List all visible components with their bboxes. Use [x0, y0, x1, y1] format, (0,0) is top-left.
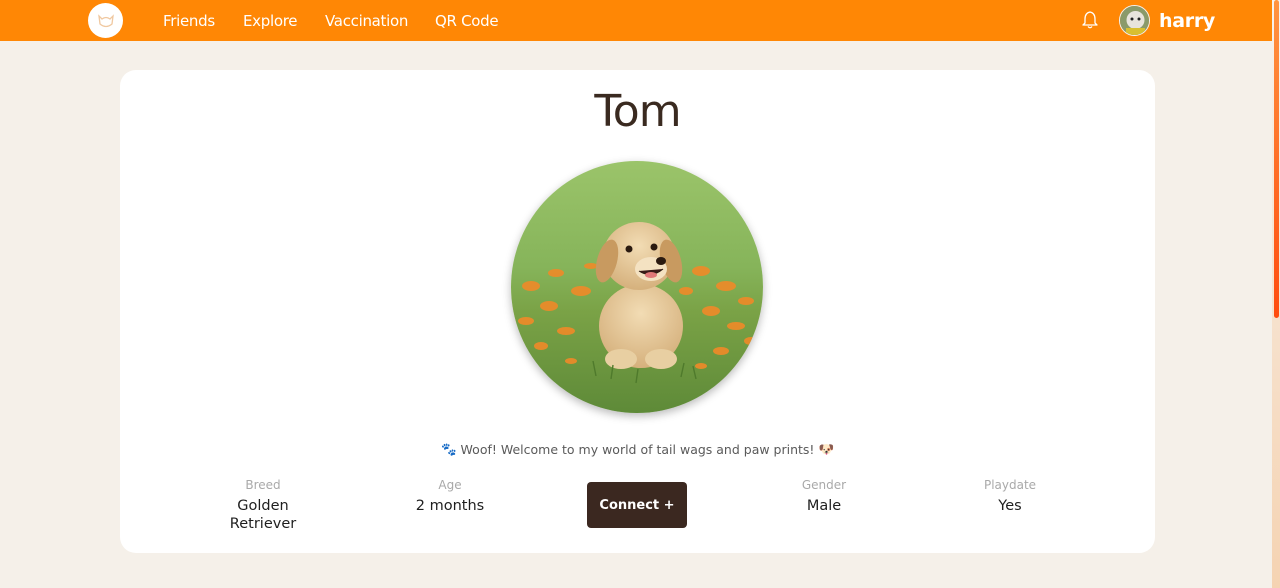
user-avatar[interactable] — [1119, 5, 1150, 36]
dog-face-icon[interactable] — [88, 3, 123, 38]
stat-label: Gender — [801, 478, 847, 492]
dog-face-emoji-icon: 🐶 — [818, 441, 835, 457]
paw-prints-icon: 🐾 — [440, 441, 457, 457]
stat-value: 2 months — [415, 498, 485, 514]
top-navbar: Friends Explore Vaccination QR Code harr… — [0, 0, 1272, 41]
nav-link-vaccination[interactable]: Vaccination — [325, 12, 408, 30]
bio-text: Woof! Welcome to my world of tail wags a… — [460, 442, 815, 457]
pet-profile-card: Tom 🐾 Woof! Welcome to my world of tail … — [120, 70, 1155, 553]
nav-link-friends[interactable]: Friends — [163, 12, 215, 30]
scrollbar-thumb[interactable] — [1274, 0, 1279, 318]
pet-photo — [511, 161, 763, 413]
nav-link-explore[interactable]: Explore — [243, 12, 297, 30]
stat-label: Age — [438, 478, 462, 492]
stat-playdate: Playdate Yes — [935, 478, 1085, 515]
pet-name-title: Tom — [594, 86, 681, 137]
stat-label: Playdate — [983, 478, 1037, 492]
stat-age: Age 2 months — [375, 478, 525, 515]
connect-button[interactable]: Connect + — [587, 482, 687, 528]
stat-label: Breed — [245, 478, 281, 492]
pet-bio: 🐾 Woof! Welcome to my world of tail wags… — [120, 441, 1155, 458]
stat-gender: Gender Male — [749, 478, 899, 515]
stat-value: Yes — [998, 498, 1022, 514]
nav-link-qr-code[interactable]: QR Code — [435, 12, 499, 30]
username-label[interactable]: harry — [1159, 10, 1215, 32]
bell-icon[interactable] — [1080, 10, 1100, 30]
stat-value: Golden Retriever — [229, 498, 297, 532]
stat-value: Male — [806, 498, 842, 514]
stat-breed: Breed Golden Retriever — [188, 478, 338, 533]
